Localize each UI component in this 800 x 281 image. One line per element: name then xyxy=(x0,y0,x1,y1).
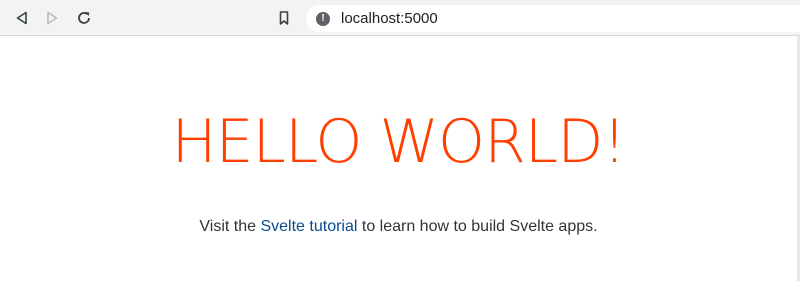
back-button[interactable] xyxy=(10,6,34,30)
intro-before: Visit the xyxy=(199,218,261,235)
browser-toolbar: ! localhost:5000 xyxy=(0,0,800,36)
intro-text: Visit the Svelte tutorial to learn how t… xyxy=(0,218,797,236)
forward-button[interactable] xyxy=(40,6,64,30)
page-title: HELLO WORLD! xyxy=(171,107,627,177)
reload-button[interactable] xyxy=(72,6,96,30)
intro-after: to learn how to build Svelte apps. xyxy=(357,218,598,235)
bookmark-icon xyxy=(279,11,289,25)
info-icon[interactable]: ! xyxy=(316,11,330,26)
svelte-tutorial-link[interactable]: Svelte tutorial xyxy=(260,218,357,235)
page-content: HELLO WORLD! Visit the Svelte tutorial t… xyxy=(0,37,797,281)
address-bar[interactable]: ! localhost:5000 xyxy=(306,5,800,32)
bookmark-button[interactable] xyxy=(272,6,296,30)
url-text[interactable]: localhost:5000 xyxy=(341,10,438,27)
reload-icon xyxy=(78,12,90,24)
forward-icon xyxy=(47,11,58,25)
back-icon xyxy=(16,11,27,25)
